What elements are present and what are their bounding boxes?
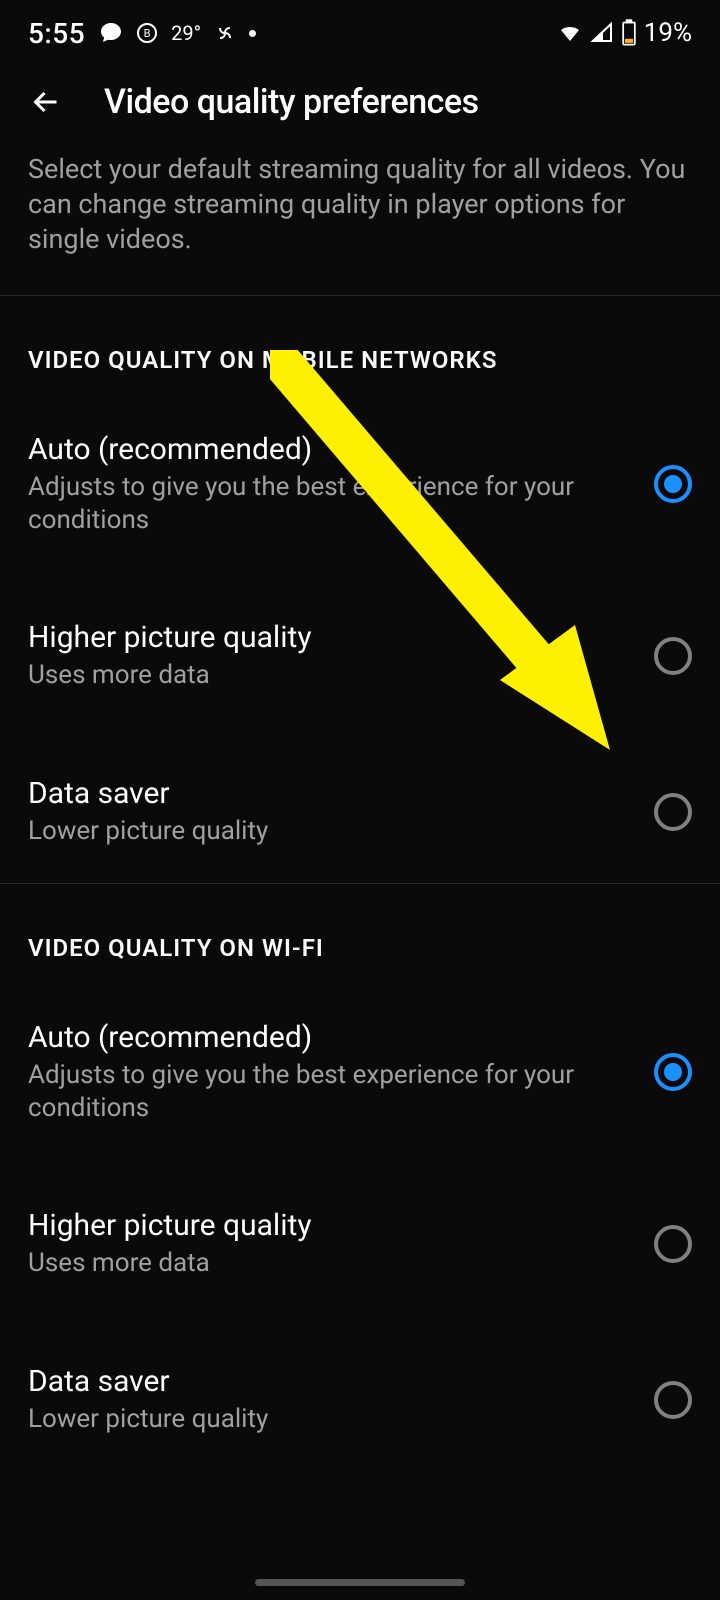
option-subtitle: Lower picture quality — [28, 1403, 634, 1436]
battery-icon — [620, 19, 638, 47]
option-text: Auto (recommended) Adjusts to give you t… — [28, 432, 654, 536]
option-title: Auto (recommended) — [28, 1020, 634, 1055]
status-right: 19% — [556, 18, 692, 48]
option-title: Data saver — [28, 1364, 634, 1399]
app-header: Video quality preferences — [0, 62, 720, 152]
chat-bubble-icon — [99, 21, 123, 45]
radio-button[interactable] — [654, 793, 692, 831]
status-time: 5:55 — [28, 17, 85, 50]
option-wifi-auto[interactable]: Auto (recommended) Adjusts to give you t… — [0, 1002, 720, 1142]
battery-percentage: 19% — [644, 18, 692, 48]
option-subtitle: Adjusts to give you the best experience … — [28, 1059, 634, 1124]
radio-button[interactable] — [654, 1053, 692, 1091]
circle-b-icon: B — [135, 21, 159, 45]
section-header-mobile: VIDEO QUALITY ON MOBILE NETWORKS — [0, 296, 720, 414]
option-text: Auto (recommended) Adjusts to give you t… — [28, 1020, 654, 1124]
section-wifi: VIDEO QUALITY ON WI-FI Auto (recommended… — [0, 884, 720, 1453]
section-header-wifi: VIDEO QUALITY ON WI-FI — [0, 884, 720, 1002]
option-text: Higher picture quality Uses more data — [28, 620, 654, 692]
option-mobile-auto[interactable]: Auto (recommended) Adjusts to give you t… — [0, 414, 720, 554]
radio-button[interactable] — [654, 637, 692, 675]
dot-icon — [249, 30, 256, 37]
option-text: Data saver Lower picture quality — [28, 776, 654, 848]
status-left: 5:55 B 29° — [28, 17, 256, 50]
pinwheel-icon — [213, 21, 237, 45]
status-icons-left: B 29° — [99, 21, 256, 45]
option-text: Higher picture quality Uses more data — [28, 1208, 654, 1280]
option-wifi-datasaver[interactable]: Data saver Lower picture quality — [0, 1346, 720, 1454]
option-title: Data saver — [28, 776, 634, 811]
wifi-icon — [556, 21, 584, 45]
page-description: Select your default streaming quality fo… — [0, 152, 720, 295]
page-title: Video quality preferences — [104, 82, 479, 122]
option-title: Higher picture quality — [28, 620, 634, 655]
option-mobile-higher[interactable]: Higher picture quality Uses more data — [0, 602, 720, 710]
home-indicator[interactable] — [255, 1579, 465, 1586]
radio-button[interactable] — [654, 1381, 692, 1419]
radio-button[interactable] — [654, 1225, 692, 1263]
option-subtitle: Adjusts to give you the best experience … — [28, 471, 634, 536]
option-mobile-datasaver[interactable]: Data saver Lower picture quality — [0, 758, 720, 866]
option-subtitle: Uses more data — [28, 1247, 634, 1280]
section-mobile-networks: VIDEO QUALITY ON MOBILE NETWORKS Auto (r… — [0, 296, 720, 865]
status-bar: 5:55 B 29° 19% — [0, 0, 720, 62]
signal-icon — [590, 21, 614, 45]
option-text: Data saver Lower picture quality — [28, 1364, 654, 1436]
option-subtitle: Lower picture quality — [28, 815, 634, 848]
option-title: Auto (recommended) — [28, 432, 634, 467]
back-arrow-icon[interactable] — [28, 84, 64, 120]
svg-text:B: B — [144, 27, 151, 40]
option-wifi-higher[interactable]: Higher picture quality Uses more data — [0, 1190, 720, 1298]
option-title: Higher picture quality — [28, 1208, 634, 1243]
option-subtitle: Uses more data — [28, 659, 634, 692]
radio-button[interactable] — [654, 465, 692, 503]
status-temperature: 29° — [171, 21, 201, 45]
